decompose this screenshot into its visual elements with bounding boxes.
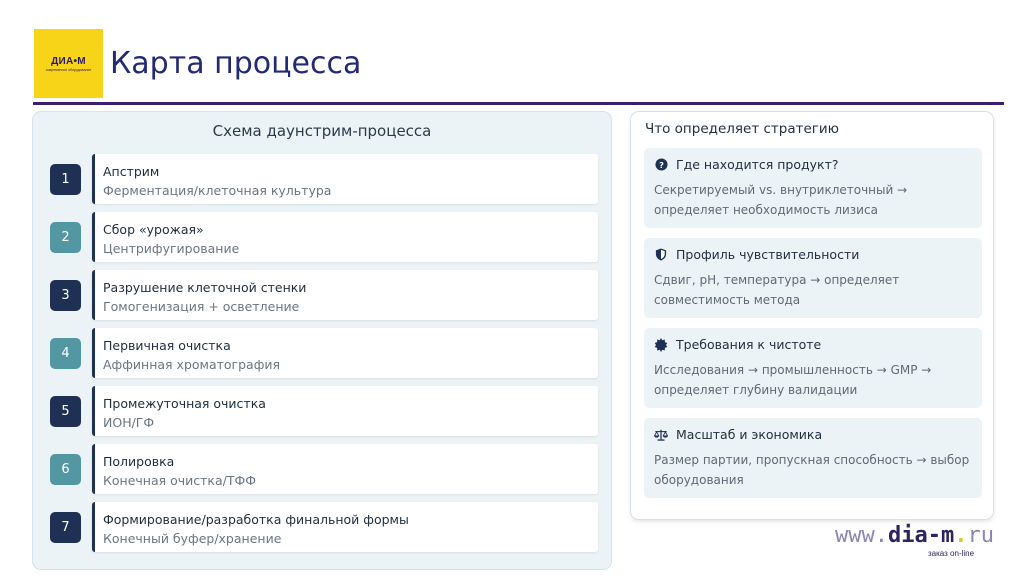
svg-text:?: ?	[659, 160, 664, 170]
question-circle-icon: ?	[654, 158, 668, 172]
strategy-card-title: Требования к чистоте	[676, 337, 822, 352]
step-card: Полировка Конечная очистка/ТФФ	[92, 444, 598, 494]
step-card: Разрушение клеточной стенки Гомогенизаци…	[92, 270, 598, 320]
step-title: Полировка	[103, 454, 175, 469]
strategy-card-header: Масштаб и экономика	[654, 427, 822, 442]
step-number-badge: 3	[50, 280, 81, 311]
strategy-card-title: Масштаб и экономика	[676, 427, 823, 442]
process-scheme-title: Схема даунстрим-процесса	[212, 122, 432, 140]
website-domain: ru	[967, 523, 994, 548]
process-scheme-panel: Схема даунстрим-процесса 1 Апстрим Ферме…	[32, 111, 612, 570]
logo-subtext: современное оборудование	[45, 67, 92, 72]
header-divider	[33, 102, 1004, 105]
step-subtitle: Центрифугирование	[103, 241, 240, 256]
website-dot: .	[954, 523, 968, 548]
step-card: Промежуточная очистка ИОН/ГФ	[92, 386, 598, 436]
strategy-card: ? Где находится продукт? Секретируемый v…	[644, 148, 982, 228]
strategy-factors-panel: Что определяет стратегию ? Где находится…	[630, 111, 994, 520]
step-subtitle: Конечная очистка/ТФФ	[103, 473, 256, 488]
logo-text: ДИА•М	[51, 55, 86, 67]
strategy-card-header: Требования к чистоте	[654, 337, 821, 352]
step-card: Формирование/разработка финальной формы …	[92, 502, 598, 552]
step-subtitle: ИОН/ГФ	[103, 415, 155, 430]
page-title: Карта процесса	[110, 46, 362, 81]
strategy-card-text: Исследования → промышленность → GMP → оп…	[654, 363, 932, 397]
step-title: Формирование/разработка финальной формы	[103, 512, 409, 527]
strategy-card: Масштаб и экономика Размер партии, пропу…	[644, 418, 982, 498]
strategy-card-header: ? Где находится продукт?	[654, 157, 838, 172]
balance-scale-icon	[654, 428, 668, 442]
step-number-badge: 7	[50, 512, 81, 543]
step-number-badge: 4	[50, 338, 81, 369]
strategy-card-text: Размер партии, пропускная способность → …	[654, 453, 970, 487]
step-item: 5 Промежуточная очистка ИОН/ГФ	[50, 386, 598, 436]
step-subtitle: Ферментация/клеточная культура	[103, 183, 332, 198]
step-subtitle: Конечный буфер/хранение	[103, 531, 282, 546]
step-item: 6 Полировка Конечная очистка/ТФФ	[50, 444, 598, 494]
step-title: Первичная очистка	[103, 338, 231, 353]
website-prefix: www.	[835, 523, 888, 548]
step-item: 1 Апстрим Ферментация/клеточная культура	[50, 154, 598, 204]
strategy-card: Требования к чистоте Исследования → пром…	[644, 328, 982, 408]
step-title: Разрушение клеточной стенки	[103, 280, 307, 295]
step-title: Промежуточная очистка	[103, 396, 266, 411]
step-card: Сбор «урожая» Центрифугирование	[92, 212, 598, 262]
website-tagline: заказ on-line	[928, 549, 975, 558]
shield-icon	[654, 248, 668, 262]
strategy-panel-title: Что определяет стратегию	[645, 121, 840, 137]
dia-m-logo: ДИА•М современное оборудование	[34, 29, 103, 98]
step-card: Первичная очистка Аффинная хроматография	[92, 328, 598, 378]
strategy-card-title: Профиль чувствительности	[676, 247, 860, 262]
step-number-badge: 1	[50, 164, 81, 195]
step-number-badge: 5	[50, 396, 81, 427]
step-number-badge: 6	[50, 454, 81, 485]
strategy-card-text: Секретируемый vs. внутриклеточный → опре…	[654, 183, 908, 217]
step-item: 4 Первичная очистка Аффинная хроматограф…	[50, 328, 598, 378]
step-item: 2 Сбор «урожая» Центрифугирование	[50, 212, 598, 262]
step-item: 7 Формирование/разработка финальной форм…	[50, 502, 598, 552]
step-subtitle: Аффинная хроматография	[103, 357, 281, 372]
certificate-badge-icon	[654, 337, 668, 352]
step-title: Сбор «урожая»	[103, 222, 204, 237]
step-number-badge: 2	[50, 222, 81, 253]
step-item: 3 Разрушение клеточной стенки Гомогениза…	[50, 270, 598, 320]
website-link[interactable]: www.dia-m.ru	[835, 523, 994, 548]
step-card: Апстрим Ферментация/клеточная культура	[92, 154, 598, 204]
strategy-card-text: Сдвиг, pH, температура → определяет совм…	[654, 273, 900, 307]
strategy-card: Профиль чувствительности Сдвиг, pH, темп…	[644, 238, 982, 318]
step-title: Апстрим	[103, 164, 160, 179]
website-name: dia-m	[887, 523, 955, 548]
strategy-card-title: Где находится продукт?	[676, 157, 839, 172]
step-subtitle: Гомогенизация + осветление	[103, 299, 300, 314]
strategy-card-header: Профиль чувствительности	[654, 247, 859, 262]
